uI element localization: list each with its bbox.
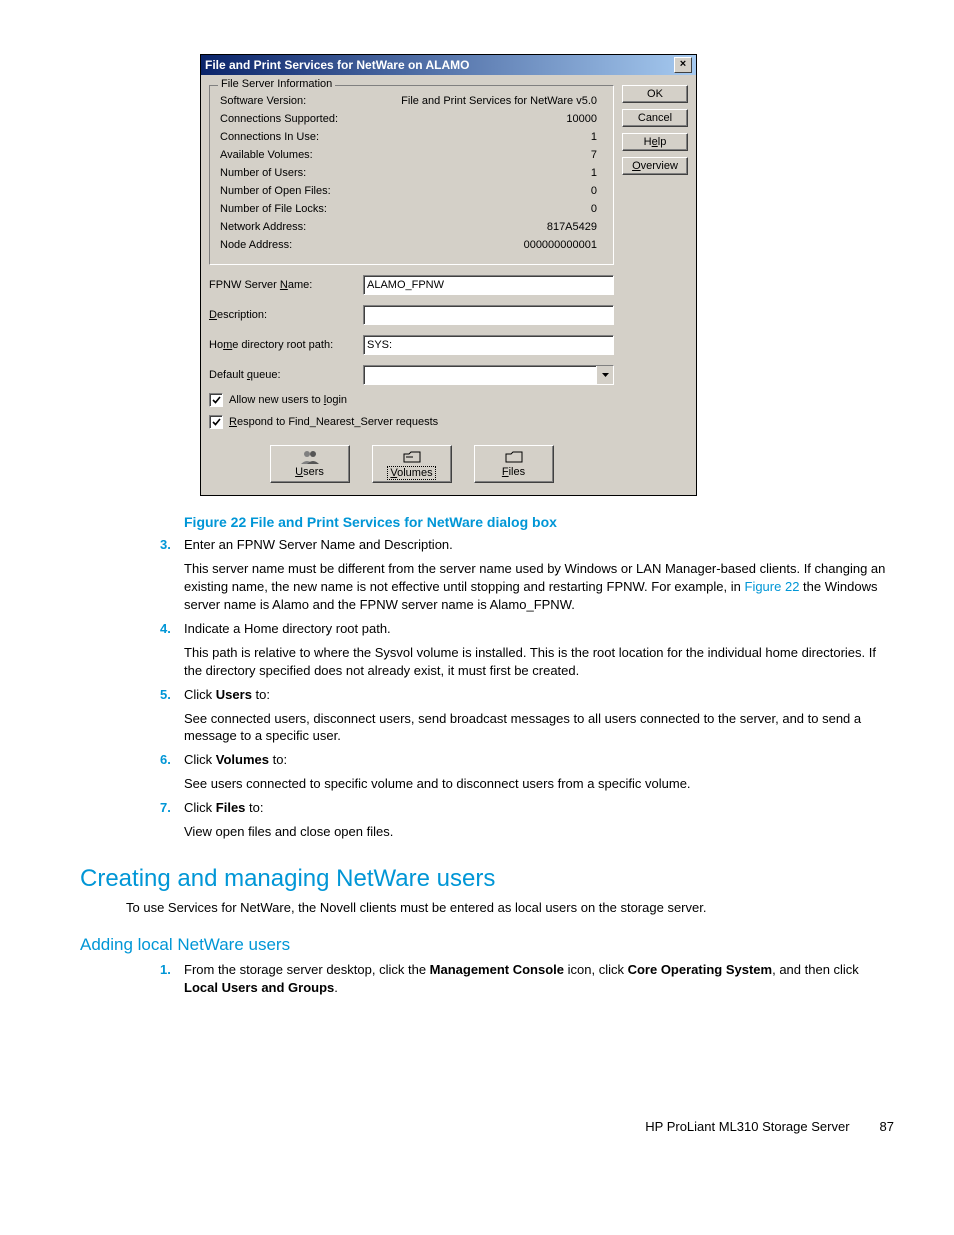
allow-new-users-checkbox[interactable]: [209, 393, 223, 407]
users-button[interactable]: Users: [270, 445, 350, 483]
dialog-title: File and Print Services for NetWare on A…: [205, 58, 674, 72]
value-file-locks: 0: [591, 200, 597, 218]
label-available-volumes: Available Volumes:: [220, 146, 313, 164]
step-text: Click Files to:: [184, 799, 894, 817]
volumes-button[interactable]: Volumes: [372, 445, 452, 483]
value-node-address: 000000000001: [524, 236, 597, 254]
value-open-files: 0: [591, 182, 597, 200]
file-server-info-group: File Server Information Software Version…: [209, 85, 614, 265]
help-button[interactable]: Help: [622, 133, 688, 151]
step-text: Enter an FPNW Server Name and Descriptio…: [184, 536, 894, 554]
netware-dialog: File and Print Services for NetWare on A…: [200, 54, 697, 496]
volumes-icon: [403, 449, 421, 465]
label-open-files: Number of Open Files:: [220, 182, 331, 200]
page-footer: HP ProLiant ML310 Storage Server 87: [645, 1119, 894, 1134]
label-number-of-users: Number of Users:: [220, 164, 306, 182]
close-icon[interactable]: ×: [674, 57, 692, 73]
step-detail: View open files and close open files.: [184, 823, 894, 841]
step-number: 7.: [160, 799, 184, 817]
step-number: 6.: [160, 751, 184, 769]
label-default-queue: Default queue:: [209, 369, 357, 381]
fpnw-server-name-input[interactable]: ALAMO_FPNW: [363, 275, 614, 295]
value-connections-supported: 10000: [566, 110, 597, 128]
figure-xref[interactable]: Figure 22: [745, 579, 800, 594]
label-home-directory: Home directory root path:: [209, 339, 357, 351]
default-queue-combo[interactable]: [363, 365, 614, 385]
label-network-address: Network Address:: [220, 218, 306, 236]
step-detail: This path is relative to where the Sysvo…: [184, 644, 894, 680]
home-directory-input[interactable]: SYS:: [363, 335, 614, 355]
value-available-volumes: 7: [591, 146, 597, 164]
users-icon: [301, 449, 319, 465]
label-fpnw-server-name: FPNW Server Name:: [209, 279, 357, 291]
step-text: Click Volumes to:: [184, 751, 894, 769]
label-file-locks: Number of File Locks:: [220, 200, 327, 218]
files-icon: [505, 449, 523, 465]
ok-button[interactable]: OK: [622, 85, 688, 103]
body-paragraph: To use Services for NetWare, the Novell …: [126, 899, 894, 917]
description-input[interactable]: [363, 305, 614, 325]
heading-2: Adding local NetWare users: [80, 935, 894, 955]
cancel-button[interactable]: Cancel: [622, 109, 688, 127]
value-network-address: 817A5429: [547, 218, 597, 236]
dialog-titlebar: File and Print Services for NetWare on A…: [201, 55, 696, 75]
step-number: 5.: [160, 686, 184, 704]
step-number: 1.: [160, 961, 184, 997]
value-software-version: File and Print Services for NetWare v5.0: [401, 92, 597, 110]
step-number: 3.: [160, 536, 184, 554]
respond-find-nearest-checkbox[interactable]: [209, 415, 223, 429]
value-connections-in-use: 1: [591, 128, 597, 146]
value-number-of-users: 1: [591, 164, 597, 182]
step-detail: See connected users, disconnect users, s…: [184, 710, 894, 746]
label-allow-new-users: Allow new users to login: [229, 394, 347, 406]
step-text: Indicate a Home directory root path.: [184, 620, 894, 638]
step-detail: This server name must be different from …: [184, 560, 894, 614]
footer-page-number: 87: [880, 1119, 894, 1134]
overview-button[interactable]: Overview: [622, 157, 688, 175]
label-connections-supported: Connections Supported:: [220, 110, 338, 128]
step-detail: See users connected to specific volume a…: [184, 775, 894, 793]
label-respond-find-nearest: Respond to Find_Nearest_Server requests: [229, 416, 438, 428]
footer-product: HP ProLiant ML310 Storage Server: [645, 1119, 849, 1134]
label-description: Description:: [209, 309, 357, 321]
figure-caption: Figure 22 File and Print Services for Ne…: [184, 514, 894, 530]
fieldset-legend: File Server Information: [218, 78, 335, 90]
label-node-address: Node Address:: [220, 236, 292, 254]
step-number: 4.: [160, 620, 184, 638]
chevron-down-icon[interactable]: [596, 366, 613, 384]
files-button[interactable]: Files: [474, 445, 554, 483]
label-connections-in-use: Connections In Use:: [220, 128, 319, 146]
step-text: From the storage server desktop, click t…: [184, 961, 894, 997]
step-text: Click Users to:: [184, 686, 894, 704]
label-software-version: Software Version:: [220, 92, 306, 110]
heading-1: Creating and managing NetWare users: [80, 865, 894, 893]
